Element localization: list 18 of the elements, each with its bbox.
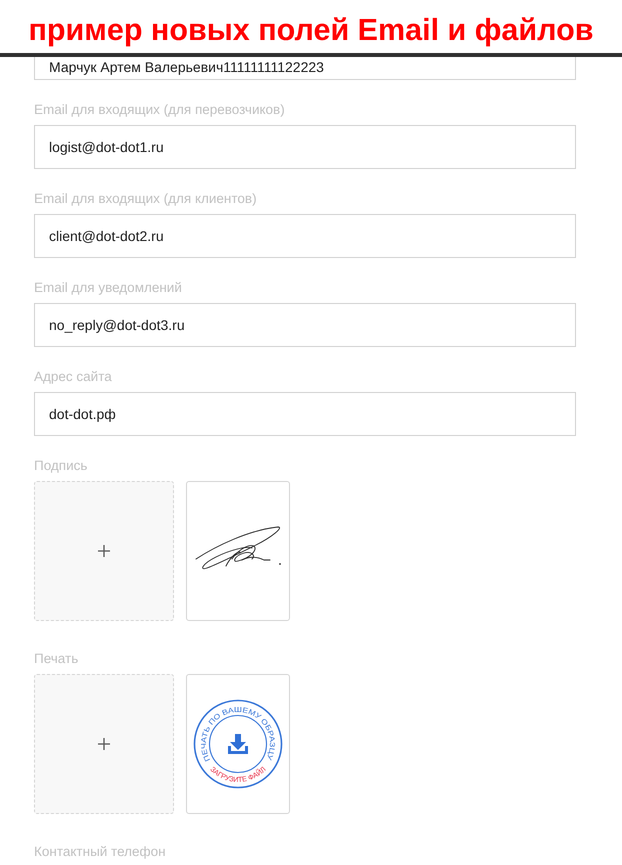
- input-field[interactable]: client@dot-dot2.ru: [34, 214, 576, 258]
- field-label: Email для входящих (для клиентов): [34, 191, 258, 207]
- input-field[interactable]: logist@dot-dot1.ru: [34, 125, 576, 169]
- field-label: Контактный телефон: [34, 844, 167, 860]
- field-label: Адрес сайта: [34, 369, 113, 385]
- field-label: Подпись: [34, 458, 88, 474]
- input-field[interactable]: dot-dot.рф: [34, 392, 576, 436]
- upload-button[interactable]: [34, 674, 174, 814]
- plus-icon: [98, 545, 110, 557]
- banner-title: пример новых полей Email и файлов: [28, 12, 594, 46]
- input-field[interactable]: Марчук Артем Валерьевич11111111122223: [34, 57, 576, 80]
- field-label: Email для уведомлений: [34, 280, 183, 296]
- plus-icon: [98, 738, 110, 750]
- input-field[interactable]: no_reply@dot-dot3.ru: [34, 303, 576, 347]
- field-label: Печать: [34, 651, 80, 667]
- field-label: Email для входящих (для перевозчиков): [34, 102, 286, 118]
- upload-button[interactable]: [34, 481, 174, 621]
- file-thumbnail[interactable]: [186, 481, 290, 621]
